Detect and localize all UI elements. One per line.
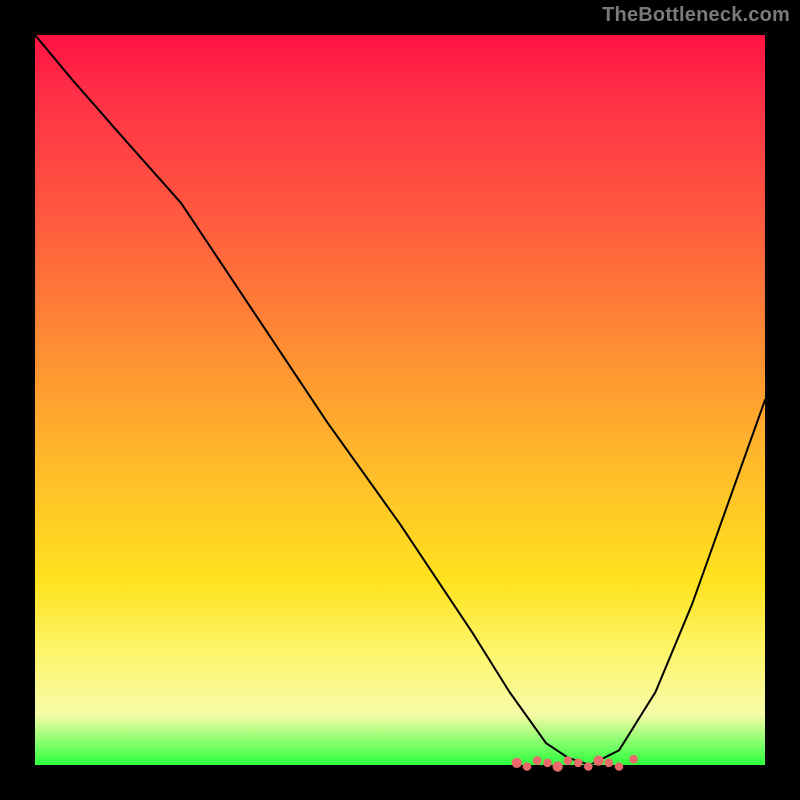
optimal-dot-cluster	[512, 755, 638, 772]
chart-svg	[35, 35, 765, 765]
bottleneck-curve	[35, 35, 765, 765]
site-credit: TheBottleneck.com	[602, 4, 790, 27]
chart-frame: TheBottleneck.com	[0, 0, 800, 800]
plot-area	[35, 35, 765, 765]
